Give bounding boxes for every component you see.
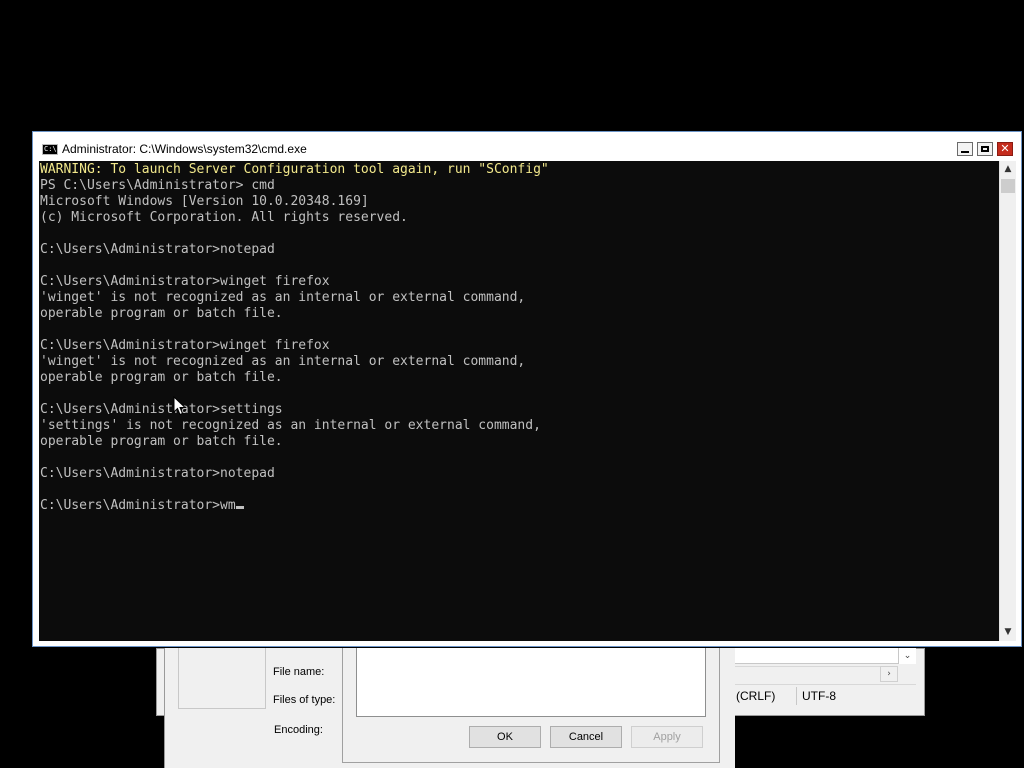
dialog-list-box[interactable] <box>356 648 706 717</box>
console-line: PS C:\Users\Administrator> cmd <box>40 178 275 193</box>
console-line: 'winget' is not recognized as an interna… <box>40 290 526 305</box>
minimize-icon <box>961 150 969 153</box>
close-button[interactable]: ✕ <box>997 142 1013 156</box>
status-separator <box>796 687 797 705</box>
console-line: C:\Users\Administrator>notepad <box>40 242 275 257</box>
cmd-icon[interactable]: C:\ <box>42 144 58 155</box>
scrollbar-thumb[interactable] <box>1001 179 1015 193</box>
console-line: 'settings' is not recognized as an inter… <box>40 418 541 433</box>
console-current-input[interactable]: wm <box>220 498 236 513</box>
console-line: C:\Users\Administrator>winget firefox <box>40 338 330 353</box>
console-line: C:\Users\Administrator>settings <box>40 402 283 417</box>
cancel-button[interactable]: Cancel <box>550 726 622 748</box>
close-icon: ✕ <box>1000 142 1010 155</box>
console-line: operable program or batch file. <box>40 434 283 449</box>
title-bar[interactable]: C:\ Administrator: C:\Windows\system32\c… <box>33 132 1021 162</box>
notepad-combo-box[interactable] <box>734 648 916 664</box>
status-encoding: UTF-8 <box>802 689 836 703</box>
maximize-icon <box>981 146 989 152</box>
vertical-scrollbar[interactable]: ▲ ▼ <box>999 161 1016 641</box>
console-line: Microsoft Windows [Version 10.0.20348.16… <box>40 194 369 209</box>
mouse-pointer-icon <box>173 396 187 416</box>
console-line: operable program or batch file. <box>40 306 283 321</box>
console-text: WARNING: To launch Server Configuration … <box>40 162 549 514</box>
console-line: (c) Microsoft Corporation. All rights re… <box>40 210 408 225</box>
scroll-up-icon[interactable]: ▲ <box>1000 161 1016 177</box>
scroll-down-icon[interactable]: ▼ <box>1000 624 1016 640</box>
ok-button[interactable]: OK <box>469 726 541 748</box>
dialog-preview-pane <box>178 648 266 709</box>
status-line-ending: (CRLF) <box>736 689 776 703</box>
console-prompt-line[interactable]: C:\Users\Administrator>wm <box>40 498 549 514</box>
files-of-type-label: Files of type: <box>273 694 336 706</box>
scroll-right-icon[interactable]: › <box>880 666 898 682</box>
apply-button[interactable]: Apply <box>631 726 703 748</box>
console-line: operable program or batch file. <box>40 370 283 385</box>
console-line: WARNING: To launch Server Configuration … <box>40 162 549 177</box>
chevron-down-icon[interactable]: ⌄ <box>898 648 916 664</box>
console-prompt: C:\Users\Administrator> <box>40 498 221 513</box>
notepad-horizontal-scrollbar[interactable] <box>734 666 898 683</box>
notepad-status-bar: (CRLF) UTF-8 <box>734 684 916 707</box>
console-line: C:\Users\Administrator>notepad <box>40 466 275 481</box>
cmd-window[interactable]: C:\ Administrator: C:\Windows\system32\c… <box>32 131 1022 647</box>
maximize-button[interactable] <box>977 142 993 156</box>
window-title: Administrator: C:\Windows\system32\cmd.e… <box>62 142 307 156</box>
console-line: C:\Users\Administrator>winget firefox <box>40 274 330 289</box>
minimize-button[interactable] <box>957 142 973 156</box>
file-name-label: File name: <box>273 666 325 678</box>
encoding-label: Encoding: <box>274 724 323 736</box>
console-line: 'winget' is not recognized as an interna… <box>40 354 526 369</box>
text-cursor <box>235 506 244 509</box>
